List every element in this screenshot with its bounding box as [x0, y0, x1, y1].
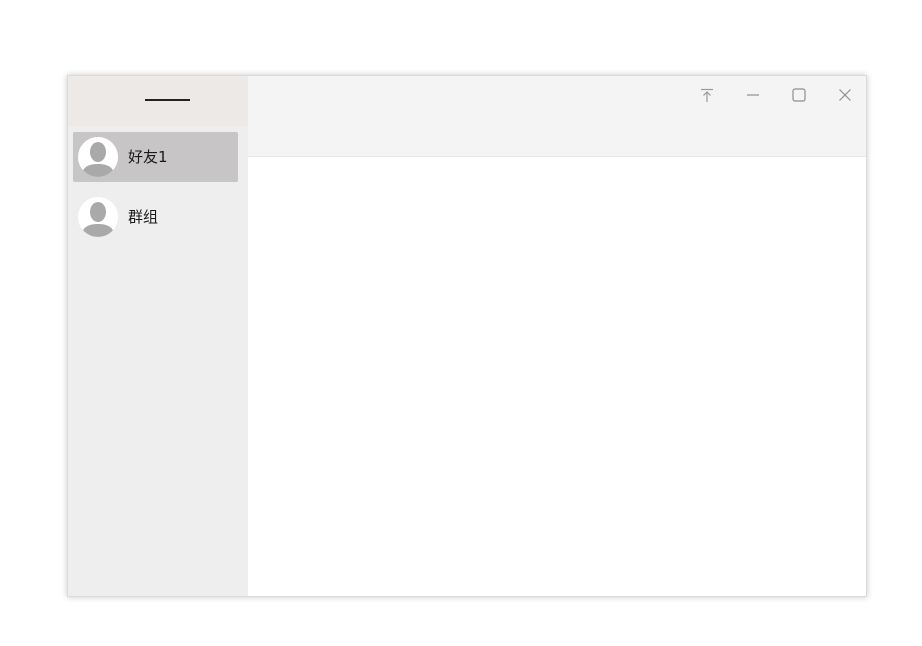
contact-item-group[interactable]: 群组 — [73, 192, 238, 242]
title-bar — [248, 76, 866, 157]
sidebar: 好友1 群组 — [68, 76, 248, 596]
main-panel — [248, 76, 866, 596]
close-button[interactable] — [830, 82, 860, 108]
close-icon — [839, 89, 851, 101]
contact-name: 群组 — [128, 208, 159, 226]
header-divider-bar — [145, 99, 190, 101]
maximize-icon — [792, 88, 806, 102]
avatar-icon — [78, 137, 118, 177]
pin-top-icon — [701, 88, 713, 102]
app-window: 好友1 群组 — [67, 75, 867, 597]
contact-name: 好友1 — [128, 148, 168, 166]
minimize-icon — [747, 94, 759, 96]
minimize-button[interactable] — [738, 82, 768, 108]
contact-item-friend[interactable]: 好友1 — [73, 132, 238, 182]
pin-top-button[interactable] — [692, 82, 722, 108]
avatar-icon — [78, 197, 118, 237]
maximize-button[interactable] — [784, 82, 814, 108]
sidebar-header — [68, 76, 248, 126]
